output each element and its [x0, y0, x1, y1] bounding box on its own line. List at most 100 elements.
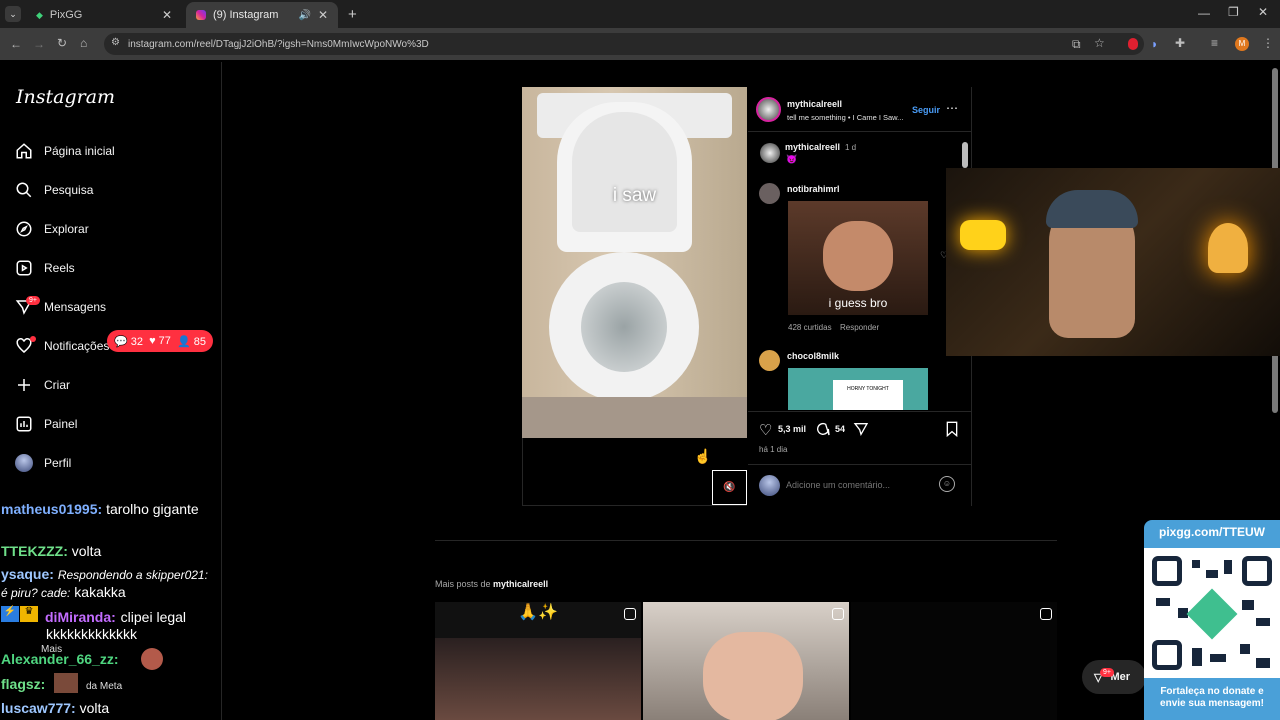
caption-username[interactable]: mythicalreell — [785, 142, 840, 152]
comment-count[interactable]: 54 — [835, 424, 845, 434]
sidebar-item-label: Criar — [44, 378, 70, 392]
chat-username: TTEKZZZ: — [1, 543, 68, 559]
notification-pill[interactable]: 💬 32 ♥ 77 👤 85 — [107, 330, 213, 352]
commenter-username[interactable]: notibrahimrl — [787, 184, 840, 194]
comments-scrollbar[interactable] — [962, 142, 968, 168]
chat-message: flagsz: — [1, 676, 45, 693]
qr-url: pixgg.com/TTEUW — [1159, 525, 1265, 539]
caption-avatar[interactable] — [760, 143, 780, 163]
commenter-avatar[interactable] — [759, 350, 780, 371]
gif-caption: HORNY TONIGHT — [833, 380, 903, 410]
messages-badge: 9+ — [26, 296, 40, 305]
tab-instagram[interactable]: (9) Instagram 🔊 ✕ — [186, 2, 338, 28]
restore-icon[interactable]: ❐ — [1228, 5, 1239, 19]
reload-icon[interactable]: ↻ — [57, 36, 67, 50]
chat-message: ysaque: Respondendo a skipper021: é piru… — [1, 566, 216, 602]
site-info-icon[interactable]: ⚙ — [111, 37, 120, 48]
comment-likes: 428 curtidas — [788, 323, 832, 332]
tab-search-button[interactable]: ⌄ — [5, 6, 21, 22]
puzzle-icon[interactable]: ✚ — [1175, 36, 1185, 50]
menu-icon[interactable]: ⋮ — [1262, 36, 1274, 50]
speaker-icon[interactable]: 🔊 — [298, 10, 310, 21]
more-posts-user[interactable]: mythicalreell — [493, 579, 548, 589]
cursor-icon: ☝ — [694, 448, 712, 464]
address-bar[interactable]: instagram.com/reel/DTagjJ2iOhB/?igsh=Nms… — [104, 33, 1144, 55]
chat-text: volta — [79, 700, 110, 716]
home-icon — [14, 141, 34, 161]
more-options-icon[interactable]: ⋯ — [946, 101, 958, 115]
chat-text: kakakka — [74, 584, 126, 600]
url-text: instagram.com/reel/DTagjJ2iOhB/?igsh=Nms… — [128, 38, 429, 50]
extension-icon[interactable]: ◗ — [1151, 37, 1158, 51]
sidebar-item-home[interactable]: Página inicial — [14, 138, 115, 164]
close-icon[interactable]: ✕ — [318, 8, 328, 22]
post-thumbnail[interactable] — [851, 602, 1057, 720]
comment-icon[interactable] — [815, 421, 831, 442]
profile-avatar[interactable]: M — [1235, 37, 1249, 51]
comment-gif[interactable]: i guess bro — [788, 201, 928, 315]
sidebar-item-notifications[interactable]: Notificações — [14, 333, 109, 359]
bookmark-star-icon[interactable]: ☆ — [1094, 36, 1105, 50]
reel-video[interactable]: i saw — [522, 87, 747, 438]
mute-icon: 🔇 — [723, 482, 736, 493]
commenter-username[interactable]: chocol8milk — [787, 351, 839, 361]
reel-indicator-icon — [1040, 608, 1052, 620]
close-icon[interactable]: ✕ — [162, 8, 172, 22]
tab-title: (9) Instagram — [213, 9, 279, 21]
follower-count-badge: 👤 85 — [176, 335, 206, 348]
lamp-light — [960, 220, 1006, 250]
instagram-logo[interactable]: Instagram — [16, 86, 115, 108]
commenter-avatar[interactable] — [759, 183, 780, 204]
window-close-icon[interactable]: ✕ — [1258, 5, 1268, 19]
reel-indicator-icon — [832, 608, 844, 620]
messages-badge: 9+ — [1100, 668, 1114, 677]
post-thumbnail[interactable] — [643, 602, 849, 720]
extension-icon[interactable] — [1128, 38, 1138, 50]
follow-button[interactable]: Seguir — [912, 105, 940, 115]
sidebar-item-label: Página inicial — [44, 144, 115, 158]
forward-icon[interactable]: → — [33, 37, 45, 51]
comment-input[interactable] — [786, 478, 926, 492]
lamp-light — [1208, 223, 1248, 273]
reply-button[interactable]: Responder — [840, 323, 879, 332]
sidebar-item-profile[interactable]: Perfil — [14, 450, 71, 476]
qr-logo-icon — [1186, 588, 1238, 640]
sidebar-item-explore[interactable]: Explorar — [14, 216, 89, 242]
sidebar-item-label: Painel — [44, 417, 78, 431]
install-icon[interactable]: ⧉ — [1072, 37, 1081, 52]
author-avatar[interactable] — [756, 97, 781, 122]
search-icon — [14, 180, 34, 200]
like-count[interactable]: 5,3 mil — [778, 424, 806, 434]
sidebar-item-create[interactable]: Criar — [14, 372, 70, 398]
sidebar-item-more[interactable]: Mais — [41, 644, 62, 655]
chat-text: tarolho gigante — [106, 501, 199, 517]
home-icon[interactable]: ⌂ — [80, 36, 87, 50]
sidebar-item-reels[interactable]: Reels — [14, 255, 75, 281]
post-thumbnail[interactable]: 🙏✨ — [435, 602, 641, 720]
author-username[interactable]: mythicalreell — [787, 99, 842, 109]
chat-text: clipei legal kkkkkkkkkkkkk — [46, 609, 187, 642]
sidebar-item-search[interactable]: Pesquisa — [14, 177, 93, 203]
media-control-icon[interactable]: ≡ — [1211, 36, 1218, 50]
sidebar-item-label: Explorar — [44, 222, 89, 236]
like-icon[interactable]: ♡ — [759, 421, 772, 439]
minimize-icon[interactable]: — — [1198, 6, 1210, 20]
messages-float-button[interactable]: ▽ Mer — [1082, 660, 1146, 694]
sidebar-item-dashboard[interactable]: Painel — [14, 411, 77, 437]
tab-pixgg[interactable]: ◆ PixGG ✕ — [26, 2, 182, 28]
pixgg-favicon-icon: ◆ — [36, 9, 43, 20]
chat-badge-icon: ⚡ — [1, 606, 19, 622]
sidebar-item-label: Pesquisa — [44, 183, 94, 197]
comment-gif[interactable]: HORNY TONIGHT — [788, 368, 928, 410]
meta-label: da Meta — [86, 681, 123, 692]
reels-icon — [14, 258, 34, 278]
emoji-icon[interactable]: ☺ — [939, 476, 955, 492]
save-icon[interactable] — [945, 421, 959, 442]
chat-username: flagsz: — [1, 676, 46, 692]
mute-button[interactable]: 🔇 — [712, 470, 747, 505]
share-icon[interactable] — [853, 421, 869, 442]
tab-title: PixGG — [49, 9, 83, 21]
back-icon[interactable]: ← — [10, 37, 22, 51]
audio-track[interactable]: tell me something • I Came I Saw... — [787, 113, 912, 122]
new-tab-icon[interactable]: + — [348, 6, 357, 23]
